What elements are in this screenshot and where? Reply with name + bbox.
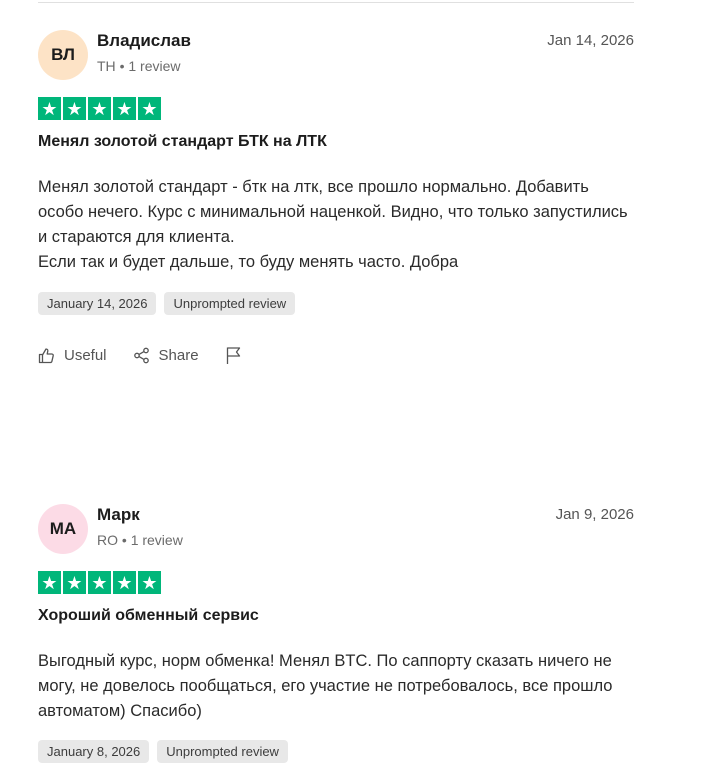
star-icon: ★: [138, 571, 161, 594]
reviewer-meta: TH • 1 review: [97, 58, 181, 74]
flag-icon: [226, 347, 240, 364]
star-rating: ★ ★ ★ ★ ★: [38, 97, 161, 120]
review-tags: January 14, 2026 Unprompted review: [38, 292, 296, 315]
star-icon: ★: [38, 571, 61, 594]
top-divider: [38, 2, 634, 3]
star-icon: ★: [63, 97, 86, 120]
review-body-line: Выгодный курс, норм обменка! Менял BTC. …: [38, 652, 613, 720]
reviewer-name[interactable]: Владислав: [97, 31, 191, 51]
star-icon: ★: [113, 97, 136, 120]
review-title[interactable]: Менял золотой стандарт БТК на ЛТК: [38, 133, 327, 151]
report-button[interactable]: [225, 346, 251, 365]
star-icon: ★: [88, 97, 111, 120]
review-card: ВЛ Владислав TH • 1 review Jan 14, 2026 …: [38, 30, 634, 390]
reviewer-review-count: 1 review: [128, 58, 181, 74]
star-rating: ★ ★ ★ ★ ★: [38, 571, 161, 594]
share-icon: [133, 347, 149, 364]
reviewer-country: TH: [97, 58, 116, 74]
review-body: Выгодный курс, норм обменка! Менял BTC. …: [38, 649, 628, 724]
star-icon: ★: [38, 97, 61, 120]
review-body: Менял золотой стандарт - бтк на лтк, все…: [38, 175, 628, 275]
useful-label: Useful: [64, 347, 107, 364]
share-label: Share: [158, 347, 199, 364]
unprompted-review-badge[interactable]: Unprompted review: [157, 740, 288, 763]
review-date: Jan 14, 2026: [547, 32, 634, 49]
experience-date-badge: January 14, 2026: [38, 292, 157, 315]
review-body-line: Если так и будет дальше, то буду менять …: [38, 253, 459, 271]
useful-button[interactable]: Useful: [38, 347, 107, 364]
star-icon: ★: [88, 571, 111, 594]
review-card: МА Марк RO • 1 review Jan 9, 2026 ★ ★ ★ …: [38, 504, 634, 770]
avatar[interactable]: МА: [38, 504, 88, 554]
reviewer-country: RO: [97, 532, 118, 548]
review-title[interactable]: Хороший обменный сервис: [38, 607, 259, 625]
avatar[interactable]: ВЛ: [38, 30, 88, 80]
star-icon: ★: [138, 97, 161, 120]
star-icon: ★: [63, 571, 86, 594]
unprompted-review-badge[interactable]: Unprompted review: [164, 292, 296, 315]
reviewer-meta: RO • 1 review: [97, 532, 183, 548]
reviewer-name[interactable]: Марк: [97, 505, 140, 525]
meta-separator: •: [121, 532, 131, 548]
star-icon: ★: [113, 571, 136, 594]
thumbs-up-icon: [38, 348, 54, 364]
reviewer-review-count: 1 review: [130, 532, 183, 548]
review-date: Jan 9, 2026: [555, 506, 634, 523]
review-tags: January 8, 2026 Unprompted review: [38, 740, 288, 763]
review-body-line: Менял золотой стандарт - бтк на лтк, все…: [38, 178, 628, 246]
review-actions: Useful Share: [38, 346, 277, 365]
experience-date-badge: January 8, 2026: [38, 740, 150, 763]
share-button[interactable]: Share: [133, 347, 199, 364]
